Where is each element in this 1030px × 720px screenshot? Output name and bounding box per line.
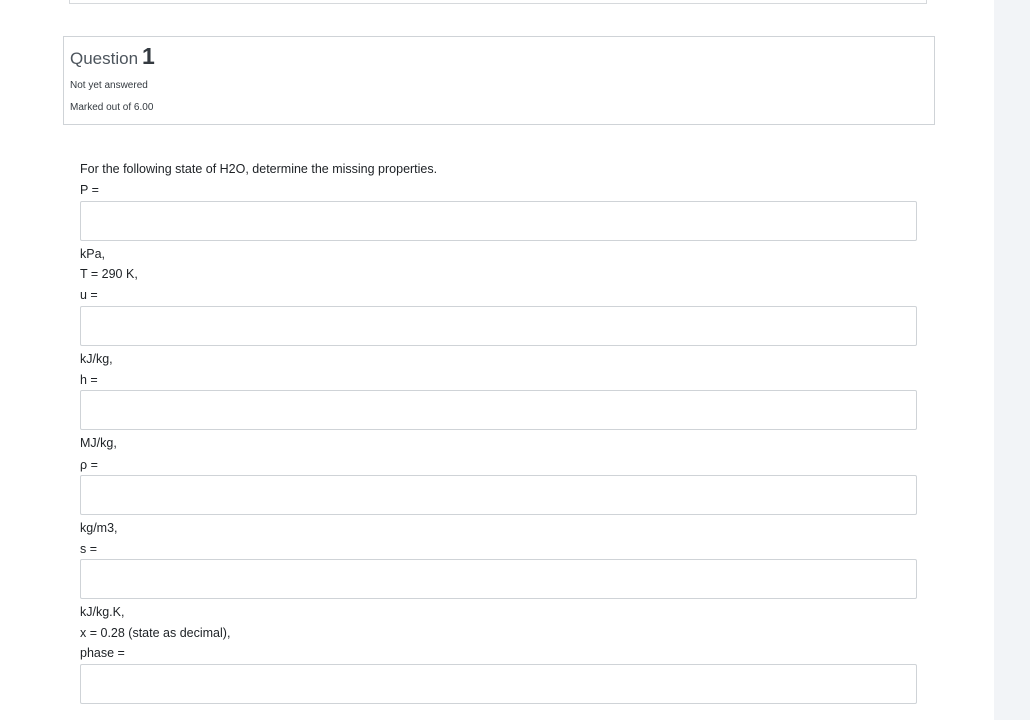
question-intro: For the following state of H2O, determin… xyxy=(80,162,438,176)
p-label: P = xyxy=(80,183,99,197)
quality-line: x = 0.28 (state as decimal), xyxy=(80,626,231,640)
u-unit: kJ/kg, xyxy=(80,352,113,366)
s-answer-input[interactable] xyxy=(80,559,917,599)
p-answer-input[interactable] xyxy=(80,201,917,241)
u-label: u = xyxy=(80,288,98,302)
s-label: s = xyxy=(80,542,98,556)
phase-answer-input[interactable] xyxy=(80,664,917,704)
h-unit: MJ/kg, xyxy=(80,436,117,450)
question-title: Question 1 xyxy=(70,43,155,70)
rho-label: ρ = xyxy=(80,458,98,472)
quiz-page: Question 1 Not yet answered Marked out of… xyxy=(0,0,1030,720)
phase-label: phase = xyxy=(80,646,125,660)
question-grade: Marked out of 6.00 xyxy=(70,102,154,113)
previous-question-box xyxy=(69,0,927,4)
h-label: h = xyxy=(80,373,98,387)
right-gutter xyxy=(994,0,1030,720)
rho-unit: kg/m3, xyxy=(80,521,118,535)
question-info-box: Question 1 Not yet answered Marked out of… xyxy=(63,36,935,125)
question-number: 1 xyxy=(142,43,155,69)
question-label: Question xyxy=(70,49,139,68)
h-answer-input[interactable] xyxy=(80,390,917,430)
p-unit: kPa, xyxy=(80,247,106,261)
question-state: Not yet answered xyxy=(70,80,148,91)
temperature-line: T = 290 K, xyxy=(80,267,138,281)
s-unit: kJ/kg.K, xyxy=(80,605,125,619)
u-answer-input[interactable] xyxy=(80,306,917,346)
rho-answer-input[interactable] xyxy=(80,475,917,515)
